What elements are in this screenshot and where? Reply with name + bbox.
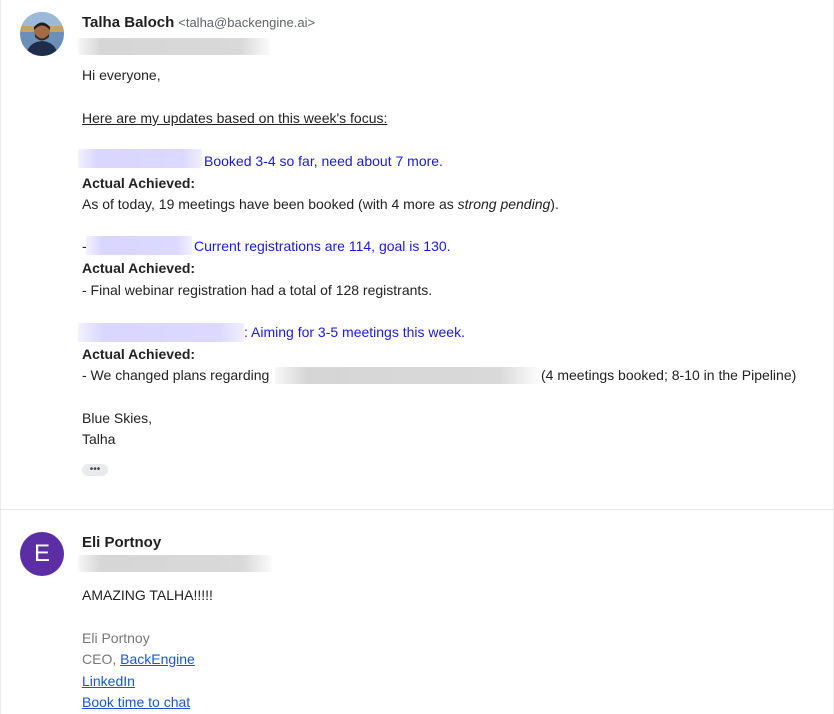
item3-actual-label: Actual Achieved: <box>82 346 196 362</box>
redacted-recipients-eli <box>78 555 272 572</box>
avatar-letter: E <box>33 540 50 567</box>
item1-goal: Booked 3-4 so far, need about 7 more. <box>204 153 443 169</box>
sender-photo-icon <box>20 12 64 56</box>
item1-actual-em: strong pending <box>457 196 551 212</box>
sender-email: <talha@backengine.ai> <box>178 15 316 30</box>
item2-actual: - Final webinar registration had a total… <box>82 282 433 298</box>
redacted-item3-label <box>78 323 244 342</box>
redacted-item3-detail <box>275 367 539 384</box>
signature: Talha <box>82 431 116 447</box>
item1-actual-post: ). <box>550 196 559 212</box>
message-talha: Talha Baloch <talha@backengine.ai> Hi eve… <box>0 0 834 509</box>
sig-title: CEO, BackEngine <box>82 651 195 667</box>
reply-body: AMAZING TALHA!!!!! <box>82 587 213 603</box>
intro-line: Here are my updates based on this week's… <box>82 110 388 126</box>
avatar[interactable] <box>20 12 64 56</box>
item3-goal: : Aiming for 3-5 meetings this week. <box>244 324 465 340</box>
company-link[interactable]: BackEngine <box>120 651 195 667</box>
redacted-item2-label <box>86 236 192 255</box>
redacted-item1-label <box>78 149 202 168</box>
sender-name-text: Talha Baloch <box>82 14 175 31</box>
message-eli: E Eli Portnoy AMAZING TALHA!!!!! Eli Por… <box>0 510 834 714</box>
avatar-eli[interactable]: E <box>20 532 64 576</box>
redacted-recipients <box>78 38 270 55</box>
item1-actual: As of today, 19 meetings have been booke… <box>82 196 559 212</box>
item1-actual-label: Actual Achieved: <box>82 175 196 191</box>
item3-actual-post: (4 meetings booked; 8-10 in the Pipeline… <box>541 367 797 383</box>
item2-actual-label: Actual Achieved: <box>82 260 196 276</box>
item1-actual-pre: As of today, 19 meetings have been booke… <box>82 196 458 212</box>
book-time-link[interactable]: Book time to chat <box>82 694 190 710</box>
sender-name-eli: Eli Portnoy <box>82 534 162 551</box>
sig-name: Eli Portnoy <box>82 630 150 646</box>
more-dots-icon: ••• <box>89 464 101 475</box>
sig-title-prefix: CEO, <box>82 651 121 667</box>
greeting: Hi everyone, <box>82 67 161 83</box>
sender-name: Talha Baloch <talha@backengine.ai> <box>82 14 315 31</box>
signoff: Blue Skies, <box>82 410 153 426</box>
linkedin-link[interactable]: LinkedIn <box>82 673 135 689</box>
item2-goal: Current registrations are 114, goal is 1… <box>194 238 451 254</box>
item3-actual-pre: - We changed plans regarding <box>82 367 270 383</box>
show-trimmed-content-button[interactable]: ••• <box>82 464 108 476</box>
